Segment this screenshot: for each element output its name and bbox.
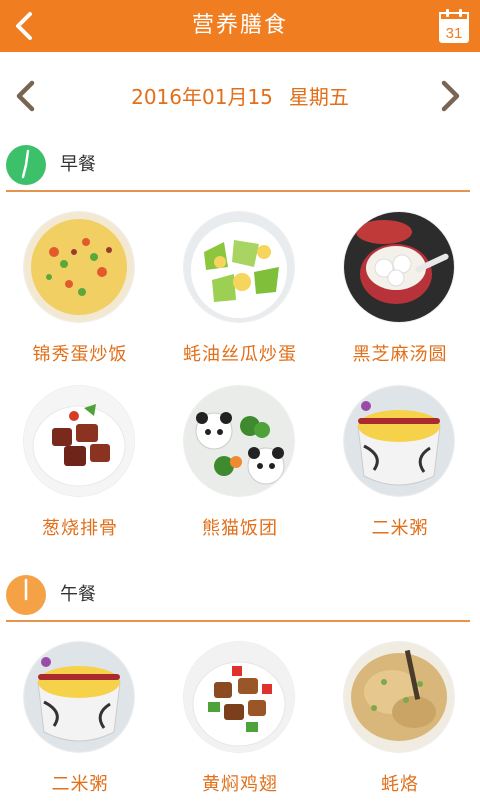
divider [6,620,470,622]
clock-icon [6,145,46,185]
dish-name: 蚝烙 [381,774,419,795]
dish-image [184,642,294,752]
next-day-button[interactable] [436,80,464,112]
dish-card[interactable]: 蚝烙 [320,642,480,812]
dish-name: 葱烧排骨 [42,518,118,539]
dish-card[interactable]: 黄焖鸡翅 [160,642,320,812]
dish-image [24,642,134,752]
section-label: 早餐 [60,154,96,175]
calendar-button[interactable]: 31 [438,8,470,44]
loofah-egg-photo [184,212,294,322]
dish-name: 熊猫饭团 [202,518,278,539]
section-label: 午餐 [60,584,96,605]
dish-image [344,386,454,496]
fried-rice-photo [24,212,134,322]
sesame-dumplings-photo [344,212,454,322]
dish-name: 蚝油丝瓜炒蛋 [183,344,297,365]
dish-card[interactable]: 二米粥 [320,386,480,556]
oyster-omelette-photo [344,642,454,752]
calendar-day: 31 [446,25,463,42]
clock-icon [6,575,46,615]
dish-card[interactable]: 葱烧排骨 [0,386,160,556]
date-navigator: 2016年01月15 星期五 [0,66,480,128]
dish-image [344,212,454,322]
previous-day-button[interactable] [12,80,40,112]
dish-image [24,386,134,496]
braised-chicken-wings-photo [184,642,294,752]
weekday-value: 星期五 [288,85,349,109]
calendar-icon: 31 [439,9,469,43]
current-date: 2016年01月15 星期五 [60,66,420,128]
dish-name: 二米粥 [51,774,109,795]
section-header-lunch: 午餐 [0,572,480,622]
section-header-breakfast: 早餐 [0,142,480,192]
dish-card[interactable]: 蚝油丝瓜炒蛋 [160,212,320,382]
dish-card[interactable]: 熊猫饭团 [160,386,320,556]
top-bar: 营养膳食 31 [0,0,480,52]
millet-porridge-photo [344,386,454,496]
divider [6,190,470,192]
date-value: 2016年01月15 [131,85,273,109]
millet-porridge-photo [24,642,134,752]
panda-rice-ball-photo [184,386,294,496]
chevron-left-icon [16,80,35,112]
dish-name: 二米粥 [371,518,429,539]
dish-image [344,642,454,752]
dish-card[interactable]: 黑芝麻汤圆 [320,212,480,382]
dish-image [24,212,134,322]
dish-card[interactable]: 锦秀蛋炒饭 [0,212,160,382]
dish-name: 黑芝麻汤圆 [352,344,448,365]
dish-name: 黄焖鸡翅 [202,774,278,795]
dish-name: 锦秀蛋炒饭 [32,344,128,365]
scallion-ribs-photo [24,386,134,496]
page-title: 营养膳食 [191,13,288,38]
chevron-right-icon [441,80,460,112]
dish-card[interactable]: 二米粥 [0,642,160,812]
dish-image [184,212,294,322]
dish-image [184,386,294,496]
